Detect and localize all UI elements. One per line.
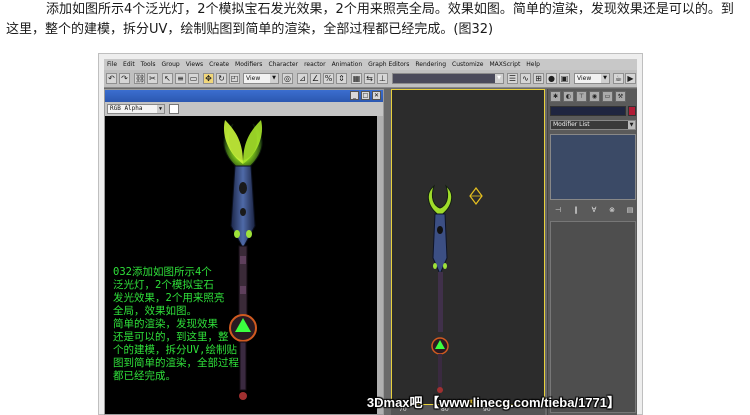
render-window-titlebar[interactable]: _ □ ✕ — [105, 90, 383, 102]
menu-maxscript[interactable]: MAXScript — [487, 61, 524, 68]
background-color-swatch[interactable] — [169, 104, 179, 114]
channel-display-value: RGB Alpha — [110, 105, 143, 112]
remove-modifier-icon[interactable]: ⊗ — [606, 205, 618, 215]
menu-animation[interactable]: Animation — [329, 61, 366, 68]
chevron-down-icon: ▼ — [495, 74, 503, 83]
render-type-value: View — [577, 75, 592, 82]
menu-views[interactable]: Views — [183, 61, 206, 68]
3dsmax-window: File Edit Tools Group Views Create Modif… — [104, 59, 637, 415]
menu-character[interactable]: Character — [265, 61, 301, 68]
snap-icon[interactable]: ⊿ — [297, 73, 308, 84]
article-paragraph: 添加如图所示4个泛光灯，2个模拟宝石发光效果，2个用来照亮全局。效果如图。简单的… — [6, 2, 734, 37]
channel-display-combo[interactable]: RGB Alpha ▼ — [107, 104, 165, 114]
spinner-snap-icon[interactable]: ⇕ — [336, 73, 347, 84]
select-link-icon[interactable]: ⛓ — [134, 73, 145, 84]
percent-snap-icon[interactable]: % — [323, 73, 334, 84]
overlay-caption: 032添加如图所示4个 泛光灯，2个模拟宝石 发光效果，2个用来照亮 全局，效果… — [113, 266, 239, 382]
menu-rendering[interactable]: Rendering — [412, 61, 449, 68]
main-toolbar: ↶ ↷ ⛓ ✂ ↖ ≡ ▭ ✥ ↻ ◰ View ▼ ◎ ⊿ ∠ % ⇕ ▦ ⇆ … — [104, 70, 637, 88]
menu-file[interactable]: File — [104, 61, 120, 68]
render-window-toolbar: RGB Alpha ▼ — [105, 102, 383, 116]
minimize-icon[interactable]: _ — [350, 91, 359, 100]
schematic-view-icon[interactable]: ⊞ — [533, 73, 544, 84]
select-and-scale-icon[interactable]: ◰ — [229, 73, 240, 84]
hierarchy-tab-icon[interactable]: ⊤ — [576, 91, 587, 102]
perspective-viewport[interactable] — [391, 89, 545, 415]
render-setup-icon[interactable]: ▣ — [559, 73, 570, 84]
named-selection-set-combo[interactable]: ▼ — [392, 73, 504, 84]
select-and-rotate-icon[interactable]: ↻ — [216, 73, 227, 84]
configure-sets-icon[interactable]: ▤ — [624, 205, 636, 215]
create-tab-icon[interactable]: ✱ — [550, 91, 561, 102]
menu-reactor[interactable]: reactor — [301, 61, 329, 68]
reference-coordinate-combo[interactable]: View ▼ — [243, 73, 279, 84]
motion-tab-icon[interactable]: ◉ — [589, 91, 600, 102]
menu-tools[interactable]: Tools — [138, 61, 159, 68]
chevron-down-icon: ▼ — [270, 74, 278, 83]
command-panel-tabs: ✱ ◐ ⊤ ◉ ▭ ⚒ — [550, 91, 636, 103]
command-panel: ✱ ◐ ⊤ ◉ ▭ ⚒ Modifier List ▼ ⊣ ‖ ∀ ⊗ ▤ — [547, 89, 637, 415]
render-canvas: 032添加如图所示4个 泛光灯，2个模拟宝石 发光效果，2个用来照亮 全局，效果… — [105, 116, 383, 414]
select-by-name-icon[interactable]: ≡ — [175, 73, 186, 84]
render-last-icon[interactable]: ▶ — [625, 73, 636, 84]
redo-icon[interactable]: ↷ — [119, 73, 130, 84]
make-unique-icon[interactable]: ∀ — [588, 205, 600, 215]
display-tab-icon[interactable]: ▭ — [602, 91, 613, 102]
maximize-icon[interactable]: □ — [361, 91, 370, 100]
menu-edit[interactable]: Edit — [120, 61, 138, 68]
modifier-list-combo[interactable]: Modifier List ▼ — [550, 120, 636, 130]
material-editor-icon[interactable]: ● — [546, 73, 557, 84]
select-object-icon[interactable]: ↖ — [162, 73, 173, 84]
stack-buttons: ⊣ ‖ ∀ ⊗ ▤ — [552, 205, 636, 217]
selection-region-icon[interactable]: ▭ — [188, 73, 199, 84]
align-icon[interactable]: ⊥ — [377, 73, 388, 84]
layer-manager-icon[interactable]: ☰ — [507, 73, 518, 84]
curve-editor-icon[interactable]: ∿ — [520, 73, 531, 84]
viewport-scene — [427, 184, 483, 415]
menu-create[interactable]: Create — [206, 61, 232, 68]
window-controls: _ □ ✕ — [350, 91, 381, 100]
undo-icon[interactable]: ↶ — [106, 73, 117, 84]
object-name-field[interactable] — [550, 106, 626, 116]
modifier-stack[interactable] — [550, 134, 636, 200]
menu-bar: File Edit Tools Group Views Create Modif… — [104, 59, 637, 70]
screenshot-frame: File Edit Tools Group Views Create Modif… — [98, 53, 643, 415]
vertical-scrollbar[interactable] — [377, 116, 383, 414]
chevron-down-icon: ▼ — [601, 74, 609, 83]
pivot-center-icon[interactable]: ◎ — [282, 73, 293, 84]
object-color-swatch[interactable] — [628, 106, 636, 116]
chevron-down-icon: ▼ — [628, 121, 635, 129]
modifier-list-label: Modifier List — [553, 121, 590, 128]
menu-help[interactable]: Help — [523, 61, 543, 68]
unlink-icon[interactable]: ✂ — [147, 73, 158, 84]
quick-render-icon[interactable]: ☕ — [613, 73, 624, 84]
close-icon[interactable]: ✕ — [372, 91, 381, 100]
select-and-move-icon[interactable]: ✥ — [203, 73, 214, 84]
chevron-down-icon: ▼ — [157, 105, 164, 113]
pin-stack-icon[interactable]: ⊣ — [552, 205, 564, 215]
reference-coordinate-value: View — [246, 75, 261, 82]
show-end-result-icon[interactable]: ‖ — [570, 205, 582, 215]
watermark-text: 3Dmax吧 【www.linecg.com/tieba/1771】 — [366, 395, 620, 410]
menu-group[interactable]: Group — [158, 61, 182, 68]
modify-tab-icon[interactable]: ◐ — [563, 91, 574, 102]
menu-graph-editors[interactable]: Graph Editors — [365, 61, 412, 68]
menu-modifiers[interactable]: Modifiers — [232, 61, 265, 68]
angle-snap-icon[interactable]: ∠ — [310, 73, 321, 84]
mirror-icon[interactable]: ⇆ — [364, 73, 375, 84]
rollout-area — [550, 221, 636, 413]
render-type-combo[interactable]: View ▼ — [574, 73, 610, 84]
utilities-tab-icon[interactable]: ⚒ — [615, 91, 626, 102]
rendered-frame-window: _ □ ✕ RGB Alpha ▼ 032添加如图所示4个 泛光灯，2个模拟宝石… — [104, 89, 384, 415]
named-selection-icon[interactable]: ▦ — [351, 73, 362, 84]
menu-customize[interactable]: Customize — [449, 61, 487, 68]
